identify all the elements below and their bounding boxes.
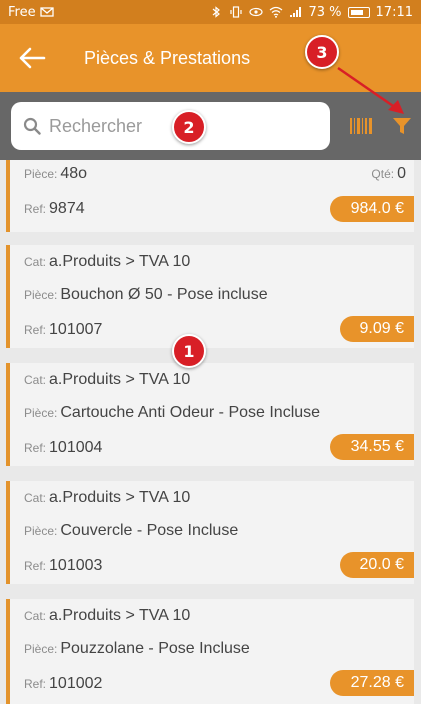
search-input[interactable]: Rechercher <box>11 102 330 150</box>
back-button[interactable] <box>0 24 64 92</box>
piece-label: Pièce: <box>24 642 58 656</box>
item-category: Cat: a.Produits > TVA 10 <box>24 489 190 507</box>
price-badge: 27.28 € <box>330 670 414 696</box>
carrier-label: Free <box>8 4 36 20</box>
item-ref: Ref: 101002 <box>24 675 102 693</box>
cat-label: Cat: <box>24 609 47 623</box>
cat-label: Cat: <box>24 491 47 505</box>
price-badge: 20.0 € <box>340 552 414 578</box>
list-item[interactable]: Pièce: 48o Qté: 0 Ref: 9874 984.0 € <box>6 160 414 232</box>
status-bar: Free 73 % 17:11 <box>0 0 421 24</box>
item-category: Cat: a.Produits > TVA 10 <box>24 607 190 625</box>
signal-icon <box>289 7 301 17</box>
cat-label: Cat: <box>24 255 47 269</box>
item-category: Cat: a.Produits > TVA 10 <box>24 371 190 389</box>
item-ref-value: 101004 <box>49 439 103 456</box>
vibrate-icon <box>229 6 242 18</box>
piece-label: Pièce: <box>24 288 58 302</box>
item-ref: Ref: 101003 <box>24 557 102 575</box>
price-badge: 9.09 € <box>340 316 414 342</box>
item-piece: Pièce: Couvercle - Pose Incluse <box>24 522 238 540</box>
list-item[interactable]: Cat: a.Produits > TVA 10 Pièce: Pouzzolane… <box>6 599 414 704</box>
item-ref-value: 101002 <box>49 675 103 692</box>
price-badge: 984.0 € <box>330 196 414 222</box>
ref-label: Ref: <box>24 202 47 216</box>
item-ref: Ref: 9874 <box>24 200 85 218</box>
item-category: Cat: a.Produits > TVA 10 <box>24 253 190 271</box>
list-item[interactable]: Cat: a.Produits > TVA 10 Pièce: Cartouche … <box>6 363 414 466</box>
annotation-arrow <box>337 66 404 114</box>
list-item[interactable]: Cat: a.Produits > TVA 10 Pièce: Bouchon Ø … <box>6 245 414 348</box>
piece-label: Pièce: <box>24 167 58 181</box>
item-ref-value: 9874 <box>49 200 85 217</box>
piece-label: Pièce: <box>24 524 58 538</box>
item-piece-value: Bouchon Ø 50 - Pose incluse <box>60 286 268 303</box>
back-arrow-icon <box>19 47 46 69</box>
item-ref: Ref: 101007 <box>24 321 102 339</box>
bluetooth-icon <box>212 6 220 18</box>
item-quantity: Qté: 0 <box>371 165 406 183</box>
item-qty-value: 0 <box>397 165 406 182</box>
item-ref: Ref: 101004 <box>24 439 102 457</box>
item-piece: Pièce: Bouchon Ø 50 - Pose incluse <box>24 286 268 304</box>
annotation-marker-2: 2 <box>172 110 206 144</box>
battery-icon <box>347 6 370 18</box>
search-icon <box>23 117 41 135</box>
item-piece: Pièce: Pouzzolane - Pose Incluse <box>24 640 250 658</box>
eye-icon <box>248 7 263 17</box>
wifi-icon <box>269 6 282 18</box>
search-placeholder: Rechercher <box>49 115 143 136</box>
annotation-marker-1: 1 <box>172 334 206 368</box>
item-cat-value: a.Produits > TVA 10 <box>49 371 191 388</box>
clock: 17:11 <box>375 4 413 20</box>
item-ref-value: 101007 <box>49 321 103 338</box>
item-ref-value: 101003 <box>49 557 103 574</box>
items-list[interactable]: Pièce: 48o Qté: 0 Ref: 9874 984.0 € Cat: a.P… <box>0 160 421 704</box>
ref-label: Ref: <box>24 677 47 691</box>
list-item[interactable]: Cat: a.Produits > TVA 10 Pièce: Couvercle … <box>6 481 414 584</box>
cat-label: Cat: <box>24 373 47 387</box>
item-cat-value: a.Produits > TVA 10 <box>49 489 191 506</box>
item-piece: Pièce: Cartouche Anti Odeur - Pose Inclus… <box>24 404 320 422</box>
ref-label: Ref: <box>24 559 47 573</box>
item-piece-value: Pouzzolane - Pose Incluse <box>60 640 250 657</box>
item-cat-value: a.Produits > TVA 10 <box>49 253 191 270</box>
qty-label: Qté: <box>371 167 395 181</box>
ref-label: Ref: <box>24 441 47 455</box>
battery-percent: 73 % <box>308 4 342 20</box>
price-badge: 34.55 € <box>330 434 414 460</box>
piece-label: Pièce: <box>24 406 58 420</box>
item-cat-value: a.Produits > TVA 10 <box>49 607 191 624</box>
message-icon <box>39 7 54 17</box>
item-piece-value: 48o <box>60 165 88 182</box>
item-piece-value: Cartouche Anti Odeur - Pose Incluse <box>60 404 321 421</box>
item-piece: Pièce: 48o <box>24 165 87 183</box>
annotation-marker-3: 3 <box>305 35 339 69</box>
ref-label: Ref: <box>24 323 47 337</box>
item-piece-value: Couvercle - Pose Incluse <box>60 522 239 539</box>
page-title: Pièces & Prestations <box>84 47 251 68</box>
